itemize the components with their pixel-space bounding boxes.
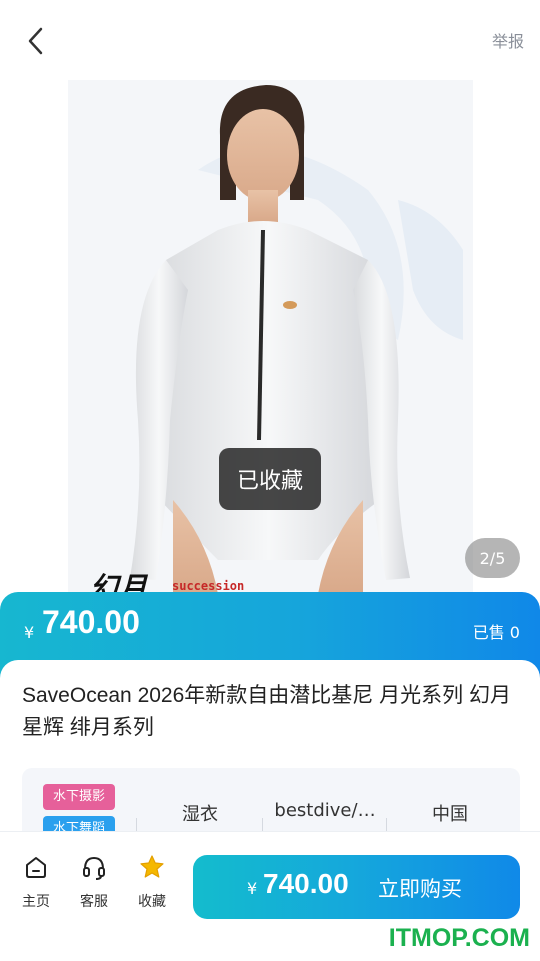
nav-home[interactable]: 主页 [11, 854, 61, 911]
product-photo [68, 80, 473, 594]
tag-underwater-photography: 水下摄影 [43, 784, 116, 810]
top-bar: 举报 [0, 0, 540, 80]
chevron-left-icon [28, 27, 43, 55]
back-button[interactable] [20, 24, 50, 58]
buy-now-button[interactable]: ¥ 740.00 立即购买 [193, 855, 520, 919]
home-icon [26, 857, 46, 878]
spec-category: 湿衣 [182, 804, 218, 825]
nav-customer-service[interactable]: 客服 [69, 854, 119, 911]
spec-origin: 中国 [432, 804, 468, 825]
buy-price: 740.00 [263, 868, 349, 899]
buy-currency-symbol: ¥ [247, 879, 258, 898]
watermark-subtext: succession [172, 579, 245, 593]
nav-customer-service-label: 客服 [80, 894, 108, 910]
headset-icon [83, 856, 105, 880]
image-page-indicator: 2/5 [465, 538, 520, 578]
collected-toast: 已收藏 [219, 448, 321, 510]
sold-count: 已售 0 [472, 623, 520, 642]
watermark-text: 幻月 [90, 571, 149, 594]
product-info-card: SaveOcean 2026年新款自由潜比基尼 月光系列 幻月 星辉 绯月系列 … [0, 660, 540, 848]
currency-symbol: ¥ [24, 623, 35, 642]
nav-favorite-label: 收藏 [138, 894, 166, 910]
nav-favorite[interactable]: 收藏 [127, 854, 177, 911]
star-icon [140, 855, 164, 878]
bottom-bar: 主页 客服 收藏 ¥ 740.00 立即购买 ITMOP.COM [0, 831, 540, 961]
product-title: SaveOcean 2026年新款自由潜比基尼 月光系列 幻月 星辉 绯月系列 [22, 684, 511, 739]
site-logo: ITMOP.COM [388, 924, 530, 952]
report-button[interactable]: 举报 [492, 28, 524, 52]
product-image[interactable]: 幻月 succession [68, 80, 473, 594]
buy-now-label: 立即购买 [378, 877, 462, 901]
nav-home-label: 主页 [22, 894, 50, 910]
price-amount: 740.00 [42, 604, 140, 640]
spec-brand: bestdive/… [274, 800, 376, 821]
